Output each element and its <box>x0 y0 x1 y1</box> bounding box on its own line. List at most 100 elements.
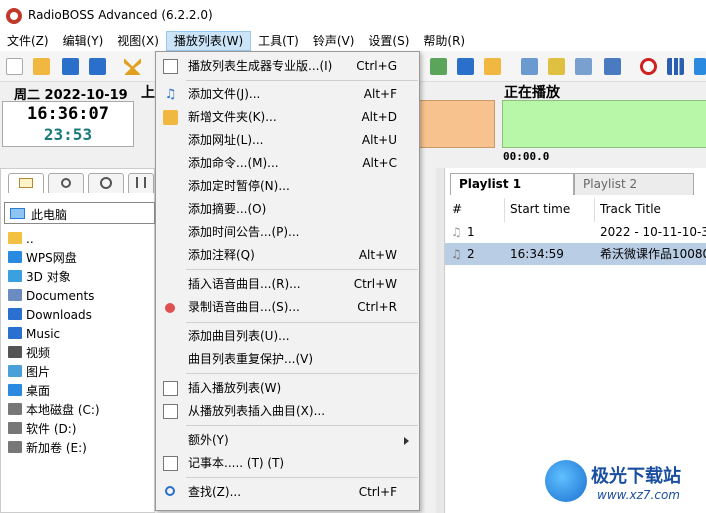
menu-item-add-summary[interactable]: 添加摘要...(O) <box>156 198 419 221</box>
menu-item-insert-playlist[interactable]: 插入播放列表(W) <box>156 377 419 400</box>
tab-folders[interactable] <box>8 173 44 193</box>
cut-icon[interactable] <box>124 58 141 75</box>
statistics-icon[interactable] <box>667 58 684 75</box>
menu-item-add-track-list[interactable]: 添加曲目列表(U)... <box>156 325 419 348</box>
menu-view[interactable]: 视图(X) <box>110 31 166 51</box>
new-icon[interactable] <box>6 58 23 75</box>
cloud-icon <box>8 251 22 263</box>
tree-item-label: .. <box>26 232 34 246</box>
tree-item-label: 软件 (D:) <box>26 422 77 436</box>
menu-item-record-voice-track[interactable]: 录制语音曲目...(S)... Ctrl+R <box>156 296 419 319</box>
column-header-number[interactable]: # <box>452 202 462 216</box>
insert-playlist-icon <box>163 381 178 396</box>
menu-item-find[interactable]: 查找(Z)... Ctrl+F <box>156 481 419 504</box>
menu-separator <box>186 80 418 81</box>
menu-item-extra[interactable]: 额外(Y) <box>156 429 419 452</box>
watermark-logo-icon <box>545 460 587 502</box>
tree-item[interactable]: 新加卷 (E:) <box>8 439 87 458</box>
tree-item-label: 3D 对象 <box>26 270 71 284</box>
tab-history[interactable] <box>88 173 124 193</box>
search-icon <box>165 486 175 496</box>
tree-item[interactable]: 3D 对象 <box>8 268 71 287</box>
tree-item[interactable]: 桌面 <box>8 382 50 401</box>
tab-playlist-2[interactable]: Playlist 2 <box>574 173 694 195</box>
tree-item[interactable]: 图片 <box>8 363 50 382</box>
extra-toolbar-icon[interactable] <box>694 58 706 75</box>
tab-playlist-1[interactable]: Playlist 1 <box>450 173 574 195</box>
record-toolbar-icon[interactable] <box>640 58 657 75</box>
note-icon: ♫ <box>451 247 462 261</box>
column-divider <box>504 198 505 222</box>
scheduler-icon[interactable] <box>548 58 565 75</box>
menu-item-add-file[interactable]: ♫ 添加文件(J)... Alt+F <box>156 83 419 106</box>
column-header-start-time[interactable]: Start time <box>510 202 570 216</box>
menu-item-add-url[interactable]: 添加网址(L)... Alt+U <box>156 129 419 152</box>
panel-splitter[interactable] <box>436 168 444 513</box>
now-playing-label: 正在播放 <box>504 85 560 101</box>
add-track-icon[interactable] <box>430 58 447 75</box>
documents-icon <box>8 289 22 301</box>
menu-item-notepad[interactable]: 记事本..... (T) (T) <box>156 452 419 475</box>
now-playing-panel <box>502 100 706 148</box>
menu-edit[interactable]: 编辑(Y) <box>56 31 111 51</box>
watermark-text: 极光下载站 <box>591 466 681 487</box>
menu-ringtones[interactable]: 铃声(V) <box>306 31 362 51</box>
tab-search[interactable] <box>48 173 84 193</box>
video-icon <box>8 346 22 358</box>
tree-item[interactable]: 软件 (D:) <box>8 420 76 439</box>
generator-icon <box>163 59 178 74</box>
add-files-icon[interactable] <box>457 58 474 75</box>
tree-item[interactable]: WPS网盘 <box>8 249 77 268</box>
menu-item-insert-voice-track[interactable]: 插入语音曲目...(R)... Ctrl+W <box>156 273 419 296</box>
menu-playlist[interactable]: 播放列表(W) <box>165 31 252 51</box>
row-number: 1 <box>467 225 475 239</box>
location-combobox[interactable]: 此电脑 <box>4 202 155 224</box>
menu-tools[interactable]: 工具(T) <box>251 31 306 51</box>
tab-equalizer[interactable] <box>128 173 154 193</box>
menu-help[interactable]: 帮助(R) <box>416 31 472 51</box>
record-icon <box>165 303 175 313</box>
add-folder-toolbar-icon[interactable] <box>484 58 501 75</box>
tree-item[interactable]: Documents <box>8 287 94 306</box>
tree-item-label: 新加卷 (E:) <box>26 441 87 455</box>
previous-track-label: 上 <box>141 85 155 101</box>
row-start-time: 16:34:59 <box>510 247 564 261</box>
music-icon <box>8 327 22 339</box>
menu-item-add-comment[interactable]: 添加注释(Q) Alt+W <box>156 244 419 267</box>
folder-icon <box>8 232 22 244</box>
tree-item[interactable]: Downloads <box>8 306 92 325</box>
search-icon <box>61 178 71 188</box>
menu-item-insert-from-playlist[interactable]: 从播放列表插入曲目(X)... <box>156 400 419 423</box>
menu-item-add-command[interactable]: 添加命令...(M)... Alt+C <box>156 152 419 175</box>
clipboard-icon[interactable] <box>604 58 621 75</box>
tools-icon[interactable] <box>575 58 592 75</box>
tree-item[interactable]: Music <box>8 325 60 344</box>
menu-item-add-timed-pause[interactable]: 添加定时暂停(N)... <box>156 175 419 198</box>
playlist-row[interactable]: ♫ 1 2022 - 10-11-10-38-3 <box>445 221 706 243</box>
pictures-icon <box>8 365 22 377</box>
watermark: 极光下载站 www.xz7.com <box>545 460 705 510</box>
location-text: 此电脑 <box>31 208 68 222</box>
menu-item-add-folder[interactable]: 新增文件夹(K)... Alt+D <box>156 106 419 129</box>
tree-item-label: Music <box>26 327 61 341</box>
menu-item-playlist-generator[interactable]: 播放列表生成器专业版...(I) Ctrl+G <box>156 55 419 78</box>
playlist-row[interactable]: ♫ 2 16:34:59 希沃微课作品10080 <box>445 243 706 265</box>
menu-item-repeat-protection[interactable]: 曲目列表重复保护...(V) <box>156 348 419 371</box>
tree-item[interactable]: .. <box>8 230 34 249</box>
menu-file[interactable]: 文件(Z) <box>0 31 56 51</box>
tree-item-label: 桌面 <box>26 384 51 398</box>
menu-item-add-time-announcement[interactable]: 添加时间公告...(P)... <box>156 221 419 244</box>
menu-settings[interactable]: 设置(S) <box>361 31 416 51</box>
column-header-track-title[interactable]: Track Title <box>600 202 661 216</box>
menu-bar: 文件(Z) 编辑(Y) 视图(X) 播放列表(W) 工具(T) 铃声(V) 设置… <box>0 31 706 51</box>
open-folder-icon[interactable] <box>33 58 50 75</box>
row-number: 2 <box>467 247 475 261</box>
now-playing-time: 00:00.0 <box>503 150 550 163</box>
save-as-icon[interactable] <box>89 58 106 75</box>
save-icon[interactable] <box>62 58 79 75</box>
tree-item[interactable]: 本地磁盘 (C:) <box>8 401 100 420</box>
folder-icon <box>19 178 33 188</box>
tree-item[interactable]: 视频 <box>8 344 50 363</box>
submenu-arrow-icon <box>404 437 409 445</box>
playlist-edit-icon[interactable] <box>521 58 538 75</box>
